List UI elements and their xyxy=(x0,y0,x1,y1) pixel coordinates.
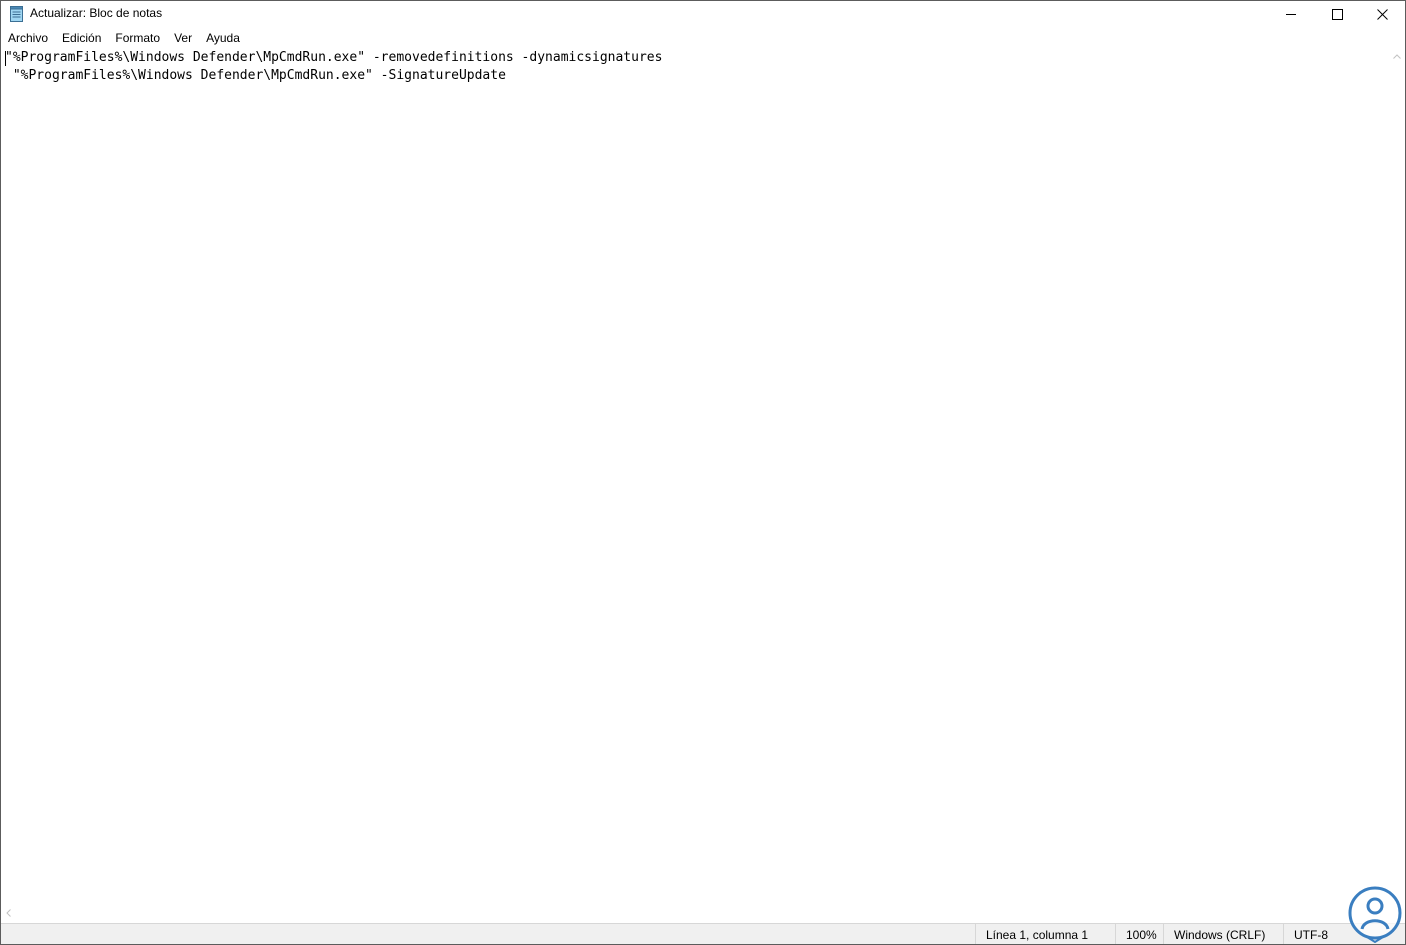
notepad-window: Actualizar: Bloc de notas Archivo Edició… xyxy=(0,0,1406,945)
minimize-button[interactable] xyxy=(1268,1,1314,27)
status-cursor-position: Línea 1, columna 1 xyxy=(975,924,1115,944)
menu-archivo[interactable]: Archivo xyxy=(1,28,55,48)
editor-line-1: "%ProgramFiles%\Windows Defender\MpCmdRu… xyxy=(5,50,663,65)
scroll-up-icon[interactable] xyxy=(1393,54,1401,59)
status-encoding: UTF-8 xyxy=(1283,924,1405,944)
status-line-ending: Windows (CRLF) xyxy=(1163,924,1283,944)
text-editor[interactable]: "%ProgramFiles%\Windows Defender\MpCmdRu… xyxy=(1,48,1389,906)
horizontal-scrollbar[interactable] xyxy=(1,906,1389,923)
minimize-icon xyxy=(1285,13,1296,15)
maximize-icon xyxy=(1331,8,1343,20)
vertical-scrollbar[interactable] xyxy=(1389,48,1405,906)
window-title: Actualizar: Bloc de notas xyxy=(30,6,163,20)
menu-ayuda[interactable]: Ayuda xyxy=(199,28,247,48)
close-icon xyxy=(1376,8,1388,20)
maximize-button[interactable] xyxy=(1314,1,1360,27)
notepad-icon xyxy=(10,6,23,22)
menu-ver[interactable]: Ver xyxy=(167,28,199,48)
menu-bar: Archivo Edición Formato Ver Ayuda xyxy=(1,28,1405,48)
menu-formato[interactable]: Formato xyxy=(108,28,167,48)
status-zoom: 100% xyxy=(1115,924,1163,944)
close-button[interactable] xyxy=(1359,1,1405,27)
scroll-left-icon[interactable] xyxy=(6,909,11,917)
menu-edicion[interactable]: Edición xyxy=(55,28,108,48)
status-bar: Línea 1, columna 1 100% Windows (CRLF) U… xyxy=(1,923,1405,944)
title-bar[interactable]: Actualizar: Bloc de notas xyxy=(1,1,1405,27)
editor-line-2: "%ProgramFiles%\Windows Defender\MpCmdRu… xyxy=(5,68,506,83)
